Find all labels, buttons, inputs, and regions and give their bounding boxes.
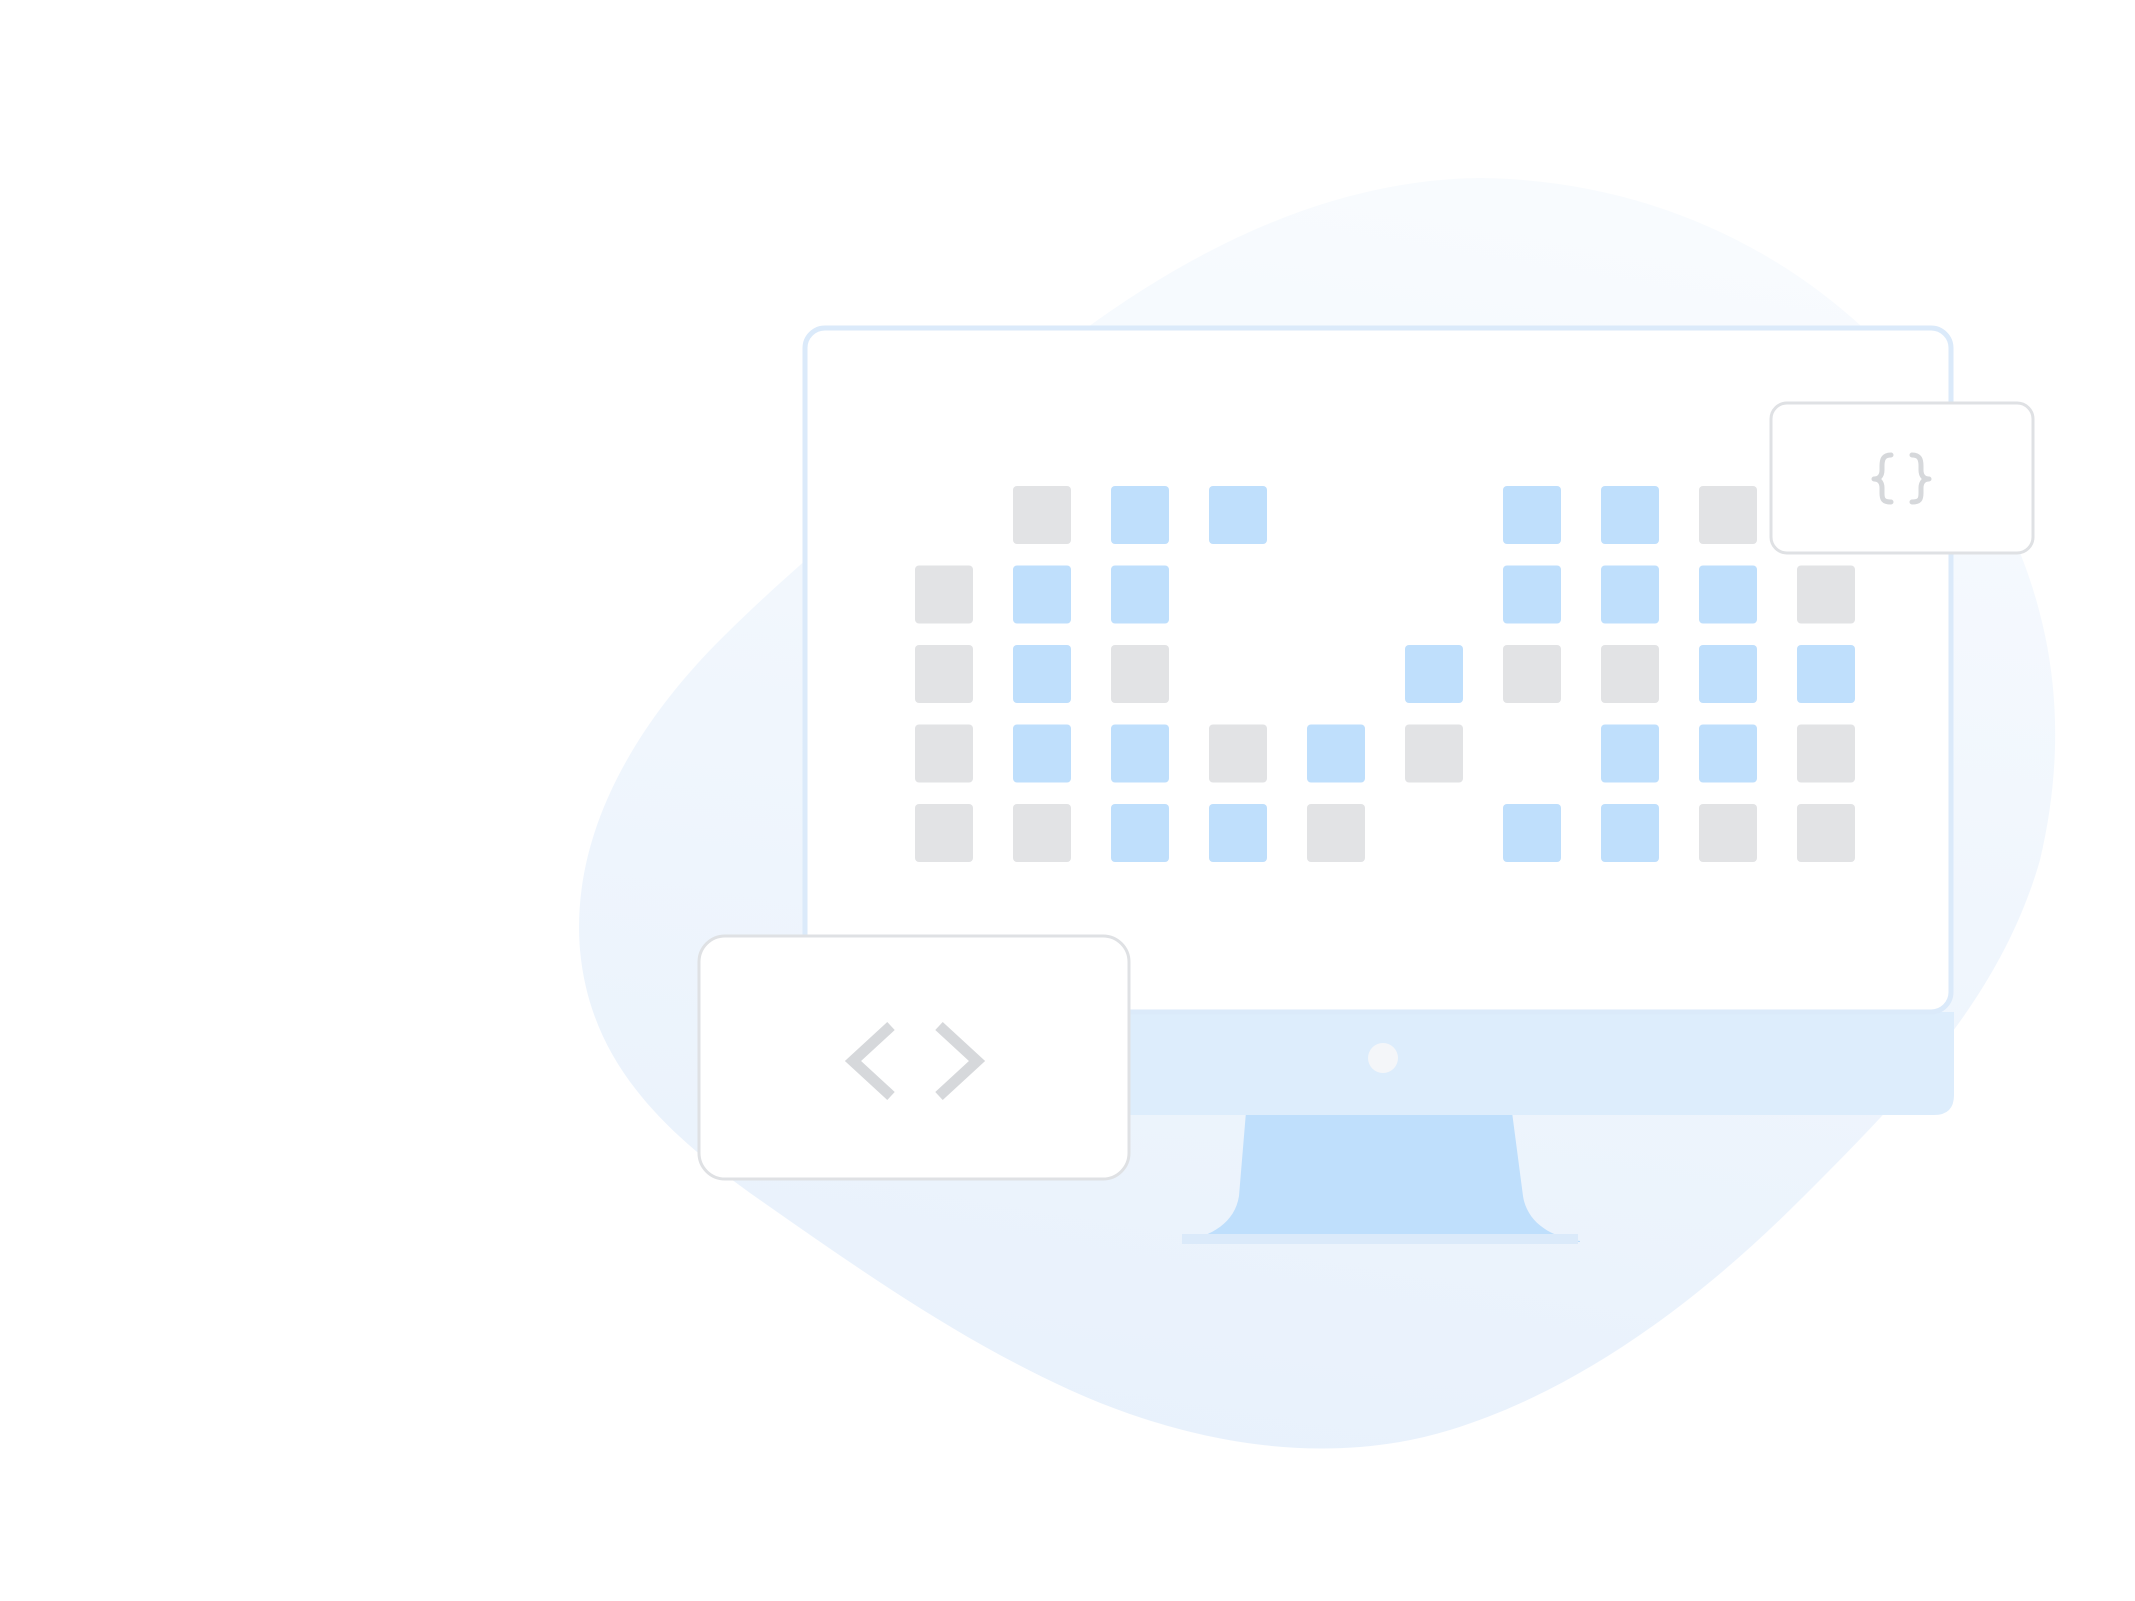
grid-cell-gray [1503, 645, 1561, 703]
grid-cell-gray [1797, 565, 1855, 624]
grid-cell-blue [1013, 565, 1071, 624]
grid-cell-gray [1797, 724, 1855, 783]
grid-cell-blue [1209, 486, 1267, 544]
monitor-stand-base [1182, 1234, 1578, 1244]
grid-cell-gray [1699, 486, 1757, 544]
grid-cell-gray [915, 565, 973, 624]
power-indicator [1368, 1043, 1398, 1073]
grid-cell-gray [1405, 724, 1463, 783]
code-card [697, 934, 1131, 1181]
grid-cell-blue [1209, 804, 1267, 862]
grid-cell-blue [1601, 724, 1659, 783]
grid-cell-gray [1307, 804, 1365, 862]
grid-cell-blue [1601, 565, 1659, 624]
grid-cell-blue [1111, 486, 1169, 544]
grid-cell-gray [915, 724, 973, 783]
monitor-illustration [579, 178, 2056, 1449]
grid-cell-blue [1601, 804, 1659, 862]
grid-cell-blue [1699, 724, 1757, 783]
grid-cell-blue [1699, 565, 1757, 624]
grid-cell-blue [1013, 645, 1071, 703]
grid-cell-gray [915, 645, 973, 703]
grid-cell-blue [1307, 724, 1365, 783]
grid-cell-blue [1111, 724, 1169, 783]
grid-cell-blue [1699, 645, 1757, 703]
grid-cell-blue [1111, 804, 1169, 862]
grid-cell-blue [1503, 804, 1561, 862]
grid-cell-gray [1699, 804, 1757, 862]
grid-cell-blue [1405, 645, 1463, 703]
grid-cell-gray [1013, 804, 1071, 862]
grid-cell-blue [1503, 565, 1561, 624]
grid-cell-gray [1601, 645, 1659, 703]
grid-cell-blue [1601, 486, 1659, 544]
grid-cell-gray [1797, 804, 1855, 862]
illustration-scene [0, 0, 2135, 1601]
braces-card [1769, 401, 2035, 555]
grid-cell-blue [1013, 724, 1071, 783]
grid-cell-blue [1111, 565, 1169, 624]
grid-cell-gray [1111, 645, 1169, 703]
grid-cell-gray [1209, 724, 1267, 783]
grid-cell-gray [1013, 486, 1071, 544]
grid-cell-gray [915, 804, 973, 862]
grid-cell-blue [1503, 486, 1561, 544]
grid-cell-blue [1797, 645, 1855, 703]
